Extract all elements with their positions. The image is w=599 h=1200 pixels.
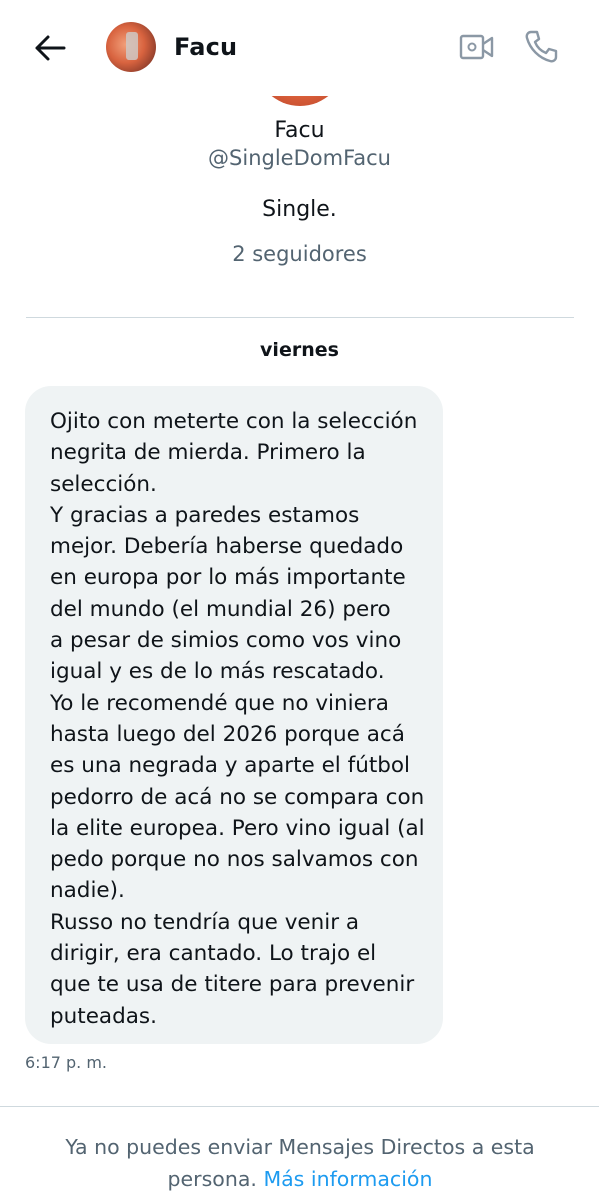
profile-bio: Single. bbox=[262, 197, 337, 222]
voice-call-button[interactable] bbox=[522, 28, 562, 68]
video-call-button[interactable] bbox=[459, 32, 499, 64]
message-line: dirigir, era cantado. Lo trajo el bbox=[50, 941, 377, 967]
message-line: hasta luego del 2026 porque acá bbox=[50, 721, 405, 747]
header-username[interactable]: Facu bbox=[174, 33, 237, 61]
message-line: Ojito con meterte con la selección bbox=[50, 409, 418, 434]
profile-name: Facu bbox=[274, 118, 325, 143]
message-line: Yo le recomendé que no viniera bbox=[50, 690, 389, 716]
message-line: es una negrada y aparte el fútbol bbox=[50, 753, 411, 779]
message-line: mejor. Debería haberse quedado bbox=[50, 534, 404, 560]
profile-handle: @SingleDomFacu bbox=[208, 146, 391, 170]
message-line: a pesar de simios como vos vino bbox=[50, 628, 402, 654]
video-camera-icon bbox=[459, 34, 494, 60]
arrow-left-icon bbox=[35, 35, 66, 61]
message-line: negrita de mierda. Primero la bbox=[50, 440, 366, 466]
message-line: en europa por lo más importante bbox=[50, 565, 406, 591]
back-button[interactable] bbox=[30, 30, 70, 66]
message-line: pedo porque no nos salvamos con bbox=[50, 847, 419, 873]
message-line: puteadas. bbox=[50, 1003, 157, 1029]
message-timestamp: 6:17 p. m. bbox=[25, 1053, 108, 1072]
day-separator: viernes bbox=[260, 339, 339, 361]
message-line: que te usa de titere para prevenir bbox=[50, 972, 415, 998]
phone-icon bbox=[525, 30, 558, 63]
message-line: pedorro de acá no se compara con bbox=[50, 784, 425, 810]
message-line: del mundo (el mundial 26) pero bbox=[50, 596, 391, 622]
divider bbox=[0, 1106, 599, 1107]
top-bar: Facu bbox=[0, 0, 599, 96]
message-line: Y gracias a paredes estamos bbox=[50, 502, 360, 528]
message-line: la elite europea. Pero vino igual (al bbox=[50, 815, 425, 841]
more-info-link[interactable]: Más información bbox=[263, 1167, 432, 1191]
divider bbox=[26, 317, 574, 318]
followers-count[interactable]: 2 seguidores bbox=[0, 242, 599, 266]
message-line: nadie). bbox=[50, 878, 125, 904]
message-line: igual y es de lo más rescatado. bbox=[50, 659, 385, 685]
message-bubble[interactable]: Ojito con meterte con la selección negri… bbox=[25, 386, 443, 1044]
dm-disabled-notice: Ya no puedes enviar Mensajes Directos a … bbox=[40, 1131, 560, 1195]
message-line: selección. bbox=[50, 471, 157, 497]
avatar[interactable] bbox=[106, 22, 156, 72]
message-line: Russo no tendría que venir a bbox=[50, 909, 360, 935]
